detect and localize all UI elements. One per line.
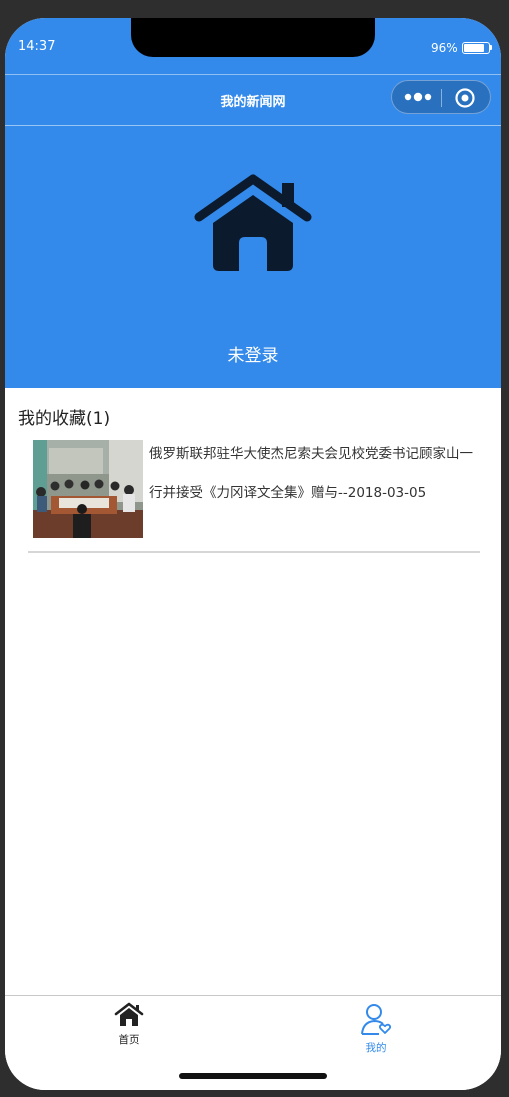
tab-home-label: 首页 bbox=[118, 1034, 140, 1046]
home-indicator[interactable] bbox=[179, 1073, 327, 1079]
battery-percent: 96% bbox=[431, 41, 458, 55]
news-thumbnail bbox=[33, 440, 143, 538]
battery-tip bbox=[490, 45, 492, 50]
tab-mine[interactable]: 我的 bbox=[336, 1002, 416, 1055]
tab-mine-label: 我的 bbox=[365, 1042, 387, 1054]
home-icon bbox=[114, 1002, 144, 1026]
close-target-icon[interactable] bbox=[454, 87, 476, 109]
nav-divider bbox=[5, 74, 501, 75]
user-heart-icon bbox=[361, 1004, 392, 1035]
status-time: 14:37 bbox=[18, 39, 56, 54]
battery-icon bbox=[462, 42, 490, 54]
tab-home[interactable]: 首页 bbox=[89, 1002, 169, 1047]
header-divider bbox=[5, 125, 501, 126]
notch bbox=[131, 18, 375, 57]
capsule-separator bbox=[441, 89, 442, 107]
phone-screen: 14:37 96% 我的新闻网 未登录 我的收藏(1) 俄罗斯联邦驻华大使杰尼索… bbox=[5, 18, 501, 1090]
miniprogram-capsule bbox=[391, 80, 491, 114]
more-dots-icon[interactable] bbox=[404, 91, 432, 103]
news-title[interactable]: 俄罗斯联邦驻华大使杰尼索夫会见校党委书记顾家山一行并接受《力冈译文全集》赠与--… bbox=[149, 435, 477, 513]
status-bar: 14:37 96% bbox=[5, 18, 501, 74]
divider bbox=[28, 551, 480, 553]
list-item[interactable]: 俄罗斯联邦驻华大使杰尼索夫会见校党委书记顾家山一行并接受《力冈译文全集》赠与--… bbox=[28, 435, 480, 553]
home-icon-shape bbox=[194, 174, 312, 271]
battery-fill bbox=[464, 44, 485, 52]
login-status[interactable]: 未登录 bbox=[5, 341, 501, 366]
favorites-title: 我的收藏(1) bbox=[18, 409, 111, 429]
home-icon bbox=[194, 174, 312, 271]
